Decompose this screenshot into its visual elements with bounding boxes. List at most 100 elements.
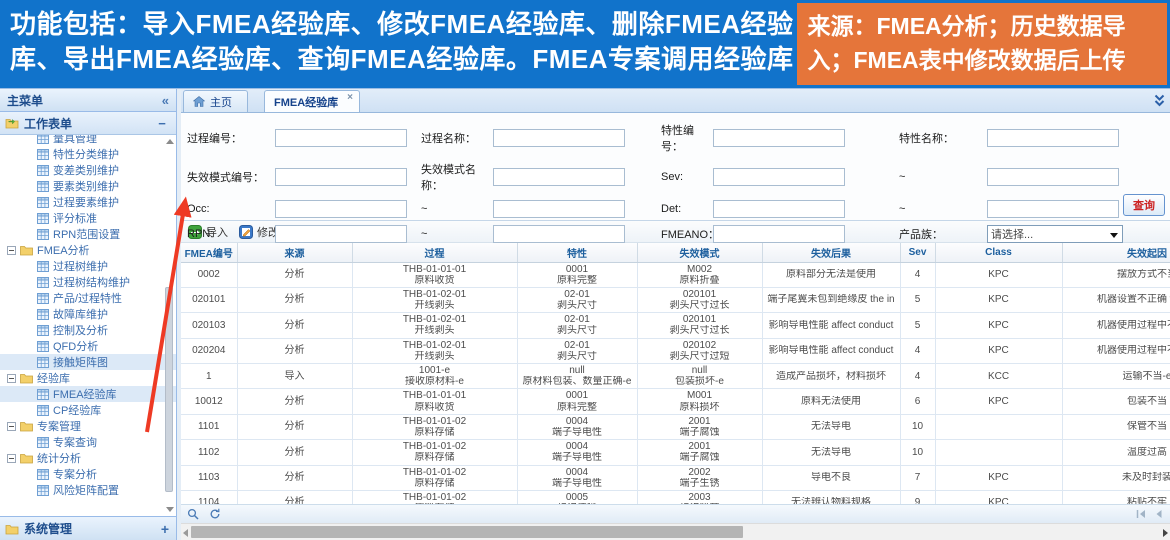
form-field-input[interactable] [713, 168, 845, 186]
sidebar-section-system[interactable]: 系统管理 + [0, 516, 176, 540]
grid-row[interactable]: 1104 分析 THB-01-01-02原料存储 0005标识清晰 2003标识… [181, 490, 1170, 504]
system-expand-toggle[interactable]: + [161, 521, 169, 537]
form-field-input[interactable] [987, 168, 1119, 186]
sidebar-tree-item[interactable]: FMEA分析 [0, 242, 176, 258]
cell-failure-effect: 原料部分无法是使用 [762, 262, 900, 287]
sidebar-tree-item[interactable]: 要素类别维护 [0, 178, 176, 194]
cell-class: KPC [935, 313, 1062, 338]
sidebar-section-worksheet[interactable]: 工作表单 − [0, 112, 176, 135]
sidebar-tree-item[interactable]: 量具管理 [0, 135, 176, 146]
prev-page-icon[interactable] [1153, 509, 1164, 519]
sidebar-tree-item[interactable]: 故障库维护 [0, 306, 176, 322]
cell-process: THB-01-02-01开线剥头 [352, 287, 517, 312]
product-family-select[interactable]: 请选择... [987, 225, 1123, 243]
sidebar-tree-item[interactable]: 过程要素维护 [0, 194, 176, 210]
sidebar-tree-item[interactable]: RPN范围设置 [0, 226, 176, 242]
form-field-input[interactable] [987, 200, 1119, 218]
sidebar-tree-item[interactable]: 过程树维护 [0, 258, 176, 274]
panel-collapse-icon[interactable] [1153, 94, 1166, 108]
search-button[interactable]: 查询 [1123, 194, 1165, 216]
characteristic-code: 02-01 [520, 340, 635, 351]
grid-column-header[interactable]: FMEA编号 [181, 243, 237, 262]
grid-column-header[interactable]: 失效模式 [637, 243, 762, 262]
banner-side-line-2: 入；FMEA表中修改数据后上传 [807, 43, 1161, 77]
form-field-input[interactable] [275, 200, 407, 218]
expander-icon[interactable] [7, 374, 16, 383]
sidebar-tree-item[interactable]: 接触矩阵图 [0, 354, 176, 370]
sidebar-tree-item[interactable]: 评分标准 [0, 210, 176, 226]
cell-characteristic: 0004端子导电性 [517, 465, 637, 490]
expander-icon[interactable] [7, 454, 16, 463]
tab-close-icon[interactable]: × [347, 93, 353, 103]
form-field-input[interactable] [713, 225, 845, 243]
sidebar-item-label: FMEA经验库 [53, 386, 117, 402]
grid-row[interactable]: 1103 分析 THB-01-01-02原料存储 0004端子导电性 2002端… [181, 465, 1170, 490]
form-field-input[interactable] [493, 168, 625, 186]
scroll-up-icon[interactable] [166, 139, 174, 144]
scroll-left-icon[interactable] [183, 529, 188, 537]
expander-icon[interactable] [7, 422, 16, 431]
sidebar-tree-item[interactable]: 统计分析 [0, 450, 176, 466]
search-icon[interactable] [187, 508, 199, 520]
sidebar-tree-item[interactable]: 专案管理 [0, 418, 176, 434]
sidebar-scroll-thumb[interactable] [165, 287, 173, 492]
sidebar-tree-item[interactable]: 专案查询 [0, 434, 176, 450]
horizontal-scrollbar[interactable] [181, 523, 1170, 540]
grid-column-header[interactable]: 特性 [517, 243, 637, 262]
form-field-input[interactable] [987, 129, 1119, 147]
grid-row[interactable]: 10012 分析 THB-01-01-01原料收货 0001原料完整 M001原… [181, 389, 1170, 414]
table-icon [37, 165, 49, 176]
select-value: 请选择... [991, 226, 1033, 242]
sidebar-item-label: 故障库维护 [53, 306, 108, 322]
sidebar-tree-item[interactable]: QFD分析 [0, 338, 176, 354]
grid-column-header[interactable]: 过程 [352, 243, 517, 262]
grid-row[interactable]: 020101 分析 THB-01-02-01开线剥头 02-01剥头尺寸 020… [181, 287, 1170, 312]
grid-column-header[interactable]: 失效后果 [762, 243, 900, 262]
form-field-input[interactable] [493, 129, 625, 147]
form-field-input[interactable] [275, 129, 407, 147]
cell-failure-cause: 包装不当 [1062, 389, 1170, 414]
sidebar-scrollbar[interactable] [164, 137, 175, 514]
form-field-input[interactable] [493, 225, 625, 243]
form-field-input[interactable] [275, 168, 407, 186]
tab[interactable]: FMEA经验库 × [264, 90, 360, 112]
sidebar-item-label: RPN范围设置 [53, 226, 120, 242]
worksheet-collapse-toggle[interactable]: − [155, 116, 169, 131]
sidebar-tree-item[interactable]: FMEA经验库 [0, 386, 176, 402]
pager-bar [181, 504, 1170, 523]
grid-row[interactable]: 1102 分析 THB-01-01-02原料存储 0004端子导电性 2001端… [181, 440, 1170, 465]
cell-process: THB-01-02-01开线剥头 [352, 313, 517, 338]
form-field-input[interactable] [713, 129, 845, 147]
sidebar-tree-item[interactable]: 产品/过程特性 [0, 290, 176, 306]
grid-row[interactable]: 020103 分析 THB-01-02-01开线剥头 02-01剥头尺寸 020… [181, 313, 1170, 338]
sidebar-tree-item[interactable]: 过程树结构维护 [0, 274, 176, 290]
sidebar-tree-item[interactable]: CP经验库 [0, 402, 176, 418]
scroll-down-icon[interactable] [166, 507, 174, 512]
sidebar-tree-item[interactable]: 风险矩阵配置 [0, 482, 176, 498]
grid-row[interactable]: 020204 分析 THB-01-02-01开线剥头 02-01剥头尺寸 020… [181, 338, 1170, 363]
grid-column-header[interactable]: Class [935, 243, 1062, 262]
form-field-input[interactable] [275, 225, 407, 243]
tab[interactable]: 主页 [183, 90, 248, 112]
grid-row[interactable]: 1101 分析 THB-01-01-02原料存储 0004端子导电性 2001端… [181, 414, 1170, 439]
sidebar-tree-item[interactable]: 特性分类维护 [0, 146, 176, 162]
grid-column-header[interactable]: 失效起因 [1062, 243, 1170, 262]
characteristic-name: 剥头尺寸 [520, 351, 635, 362]
grid-column-header[interactable]: 来源 [237, 243, 352, 262]
grid-row[interactable]: 1 导入 1001-e接收原材料-e null原材料包装、数量正确-e null… [181, 364, 1170, 389]
form-field-input[interactable] [713, 200, 845, 218]
sidebar-tree-item[interactable]: 专案分析 [0, 466, 176, 482]
horizontal-scroll-thumb[interactable] [191, 526, 743, 538]
scroll-right-icon[interactable] [1163, 529, 1168, 537]
sidebar-tree-item[interactable]: 变差类别维护 [0, 162, 176, 178]
sidebar-tree-item[interactable]: 控制及分析 [0, 322, 176, 338]
expander-icon[interactable] [7, 246, 16, 255]
form-field-input[interactable] [493, 200, 625, 218]
grid-row[interactable]: 0002 分析 THB-01-01-01原料收货 0001原料完整 M002原料… [181, 262, 1170, 287]
first-page-icon[interactable] [1136, 509, 1147, 519]
process-name: 原料存储 [355, 427, 515, 438]
sidebar-tree-item[interactable]: 经验库 [0, 370, 176, 386]
sidebar-collapse-icon[interactable]: « [162, 94, 169, 107]
grid-column-header[interactable]: Sev [900, 243, 935, 262]
refresh-icon[interactable] [209, 508, 221, 520]
